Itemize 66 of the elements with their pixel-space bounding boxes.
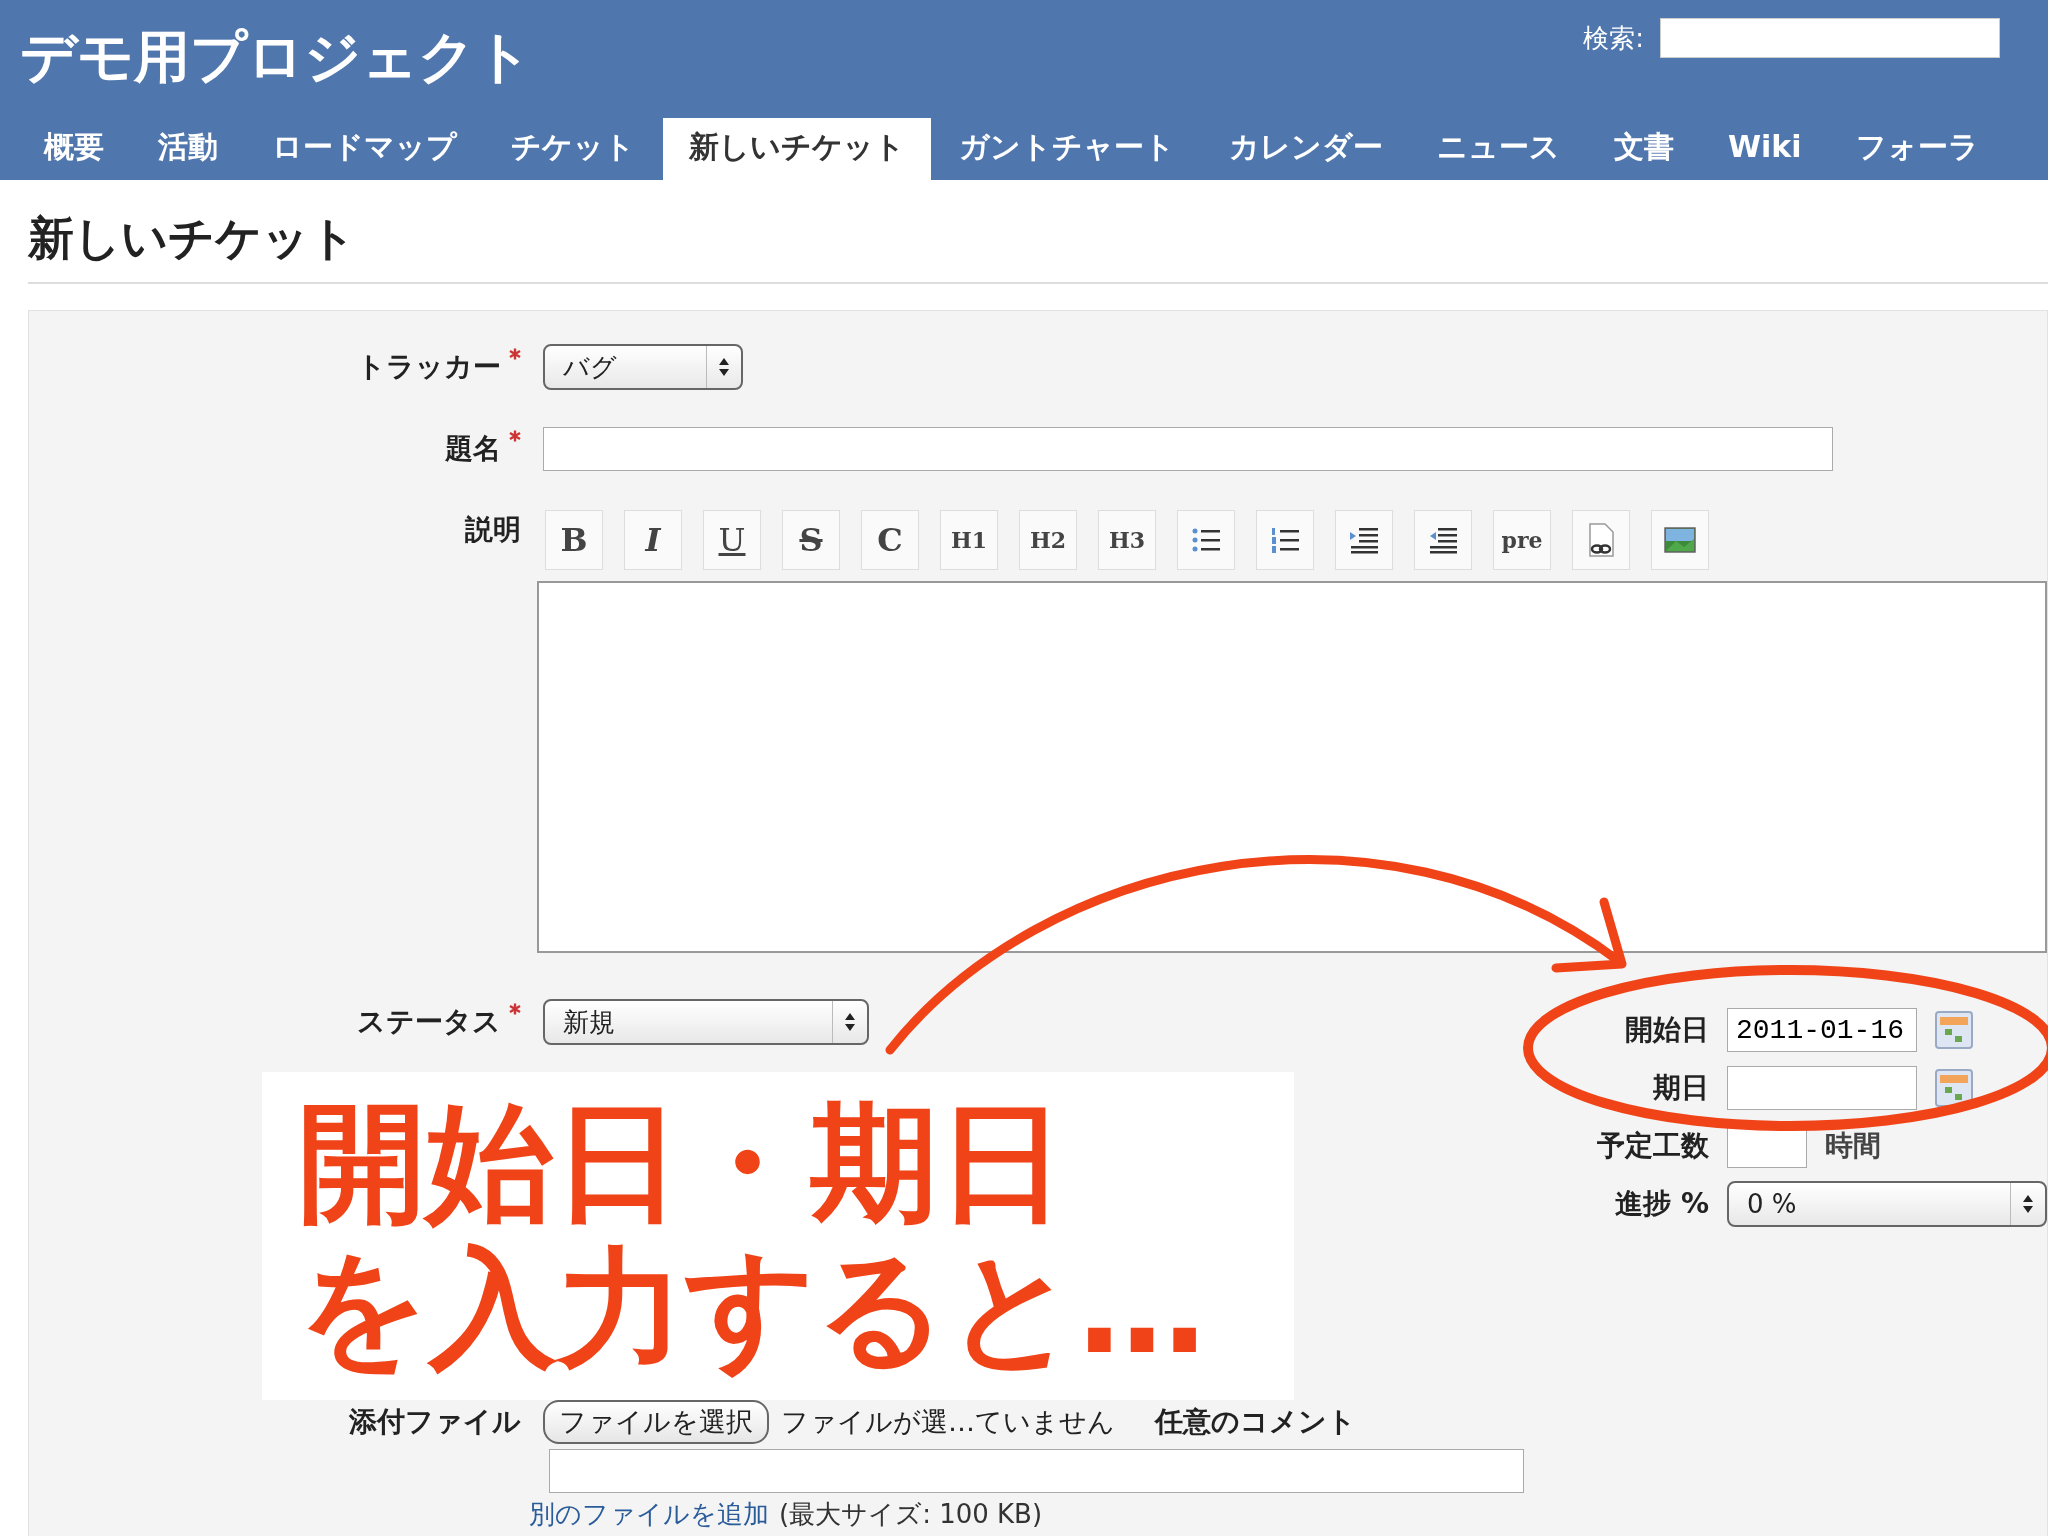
choose-file-button[interactable]: ファイルを選択 bbox=[543, 1400, 769, 1444]
nav-tab[interactable]: 概要 bbox=[18, 118, 130, 180]
numbered-list-button[interactable] bbox=[1256, 510, 1314, 570]
image-button[interactable] bbox=[1651, 510, 1709, 570]
bulleted-list-icon bbox=[1191, 526, 1221, 554]
field-label: 題名 bbox=[445, 432, 501, 465]
description-field[interactable] bbox=[537, 581, 2047, 953]
field-label: ステータス bbox=[357, 1005, 501, 1038]
unit-label: 時間 bbox=[1825, 1128, 1881, 1164]
size-note: (最大サイズ: 100 KB) bbox=[779, 1498, 1043, 1531]
page-title: 新しいチケット bbox=[28, 208, 2048, 284]
nav-tab[interactable]: カレンダー bbox=[1203, 118, 1409, 180]
calendar-icon bbox=[1935, 1011, 1973, 1049]
nav-tab[interactable]: ニュース bbox=[1411, 118, 1586, 180]
attachment-field[interactable] bbox=[549, 1449, 1524, 1493]
field-label: 予定工数 bbox=[1596, 1128, 1709, 1164]
caption-text: を入力すると… bbox=[298, 1235, 1206, 1380]
format-button[interactable]: H1 bbox=[940, 510, 998, 570]
indent-button[interactable] bbox=[1335, 510, 1393, 570]
nav-tab[interactable]: フォーラ bbox=[1829, 118, 2005, 180]
calendar-icon bbox=[1935, 1069, 1973, 1107]
field-label: 添付ファイル bbox=[348, 1404, 522, 1440]
field-label: 説明 bbox=[465, 513, 521, 546]
document-link-icon bbox=[1587, 523, 1615, 557]
nav-tab[interactable]: ガントチャート bbox=[933, 118, 1201, 180]
nav-tab[interactable]: 新しいチケット bbox=[663, 118, 931, 180]
nav-tab[interactable]: 文書 bbox=[1588, 118, 1700, 180]
search-field[interactable] bbox=[1660, 18, 2000, 58]
indent-icon bbox=[1349, 526, 1379, 554]
format-button[interactable]: pre bbox=[1493, 510, 1551, 570]
format-button[interactable]: H3 bbox=[1098, 510, 1156, 570]
caption-text: 開始日・期日 bbox=[298, 1090, 1066, 1235]
subject-field[interactable] bbox=[543, 427, 1833, 471]
attach-link-button[interactable] bbox=[1572, 510, 1630, 570]
format-button[interactable]: H2 bbox=[1019, 510, 1077, 570]
nav-tab[interactable]: チケット bbox=[485, 118, 661, 180]
image-icon bbox=[1664, 527, 1696, 553]
nav-tab[interactable]: 活動 bbox=[132, 118, 244, 180]
comment-label: 任意のコメント bbox=[1155, 1404, 1356, 1440]
code-button[interactable]: C bbox=[861, 510, 919, 570]
select-arrows-icon bbox=[843, 1011, 857, 1033]
italic-button[interactable]: I bbox=[624, 510, 682, 570]
file-status-text: ファイルが選…ていません bbox=[781, 1405, 1115, 1439]
add-file-link[interactable]: 別のファイルを追加 bbox=[529, 1497, 769, 1532]
due-date-field[interactable] bbox=[1727, 1066, 1917, 1110]
outdent-button[interactable] bbox=[1414, 510, 1472, 570]
bold-button[interactable]: B bbox=[545, 510, 603, 570]
start-date-field[interactable]: 2011-01-16 bbox=[1727, 1008, 1917, 1052]
outdent-icon bbox=[1428, 526, 1458, 554]
numbered-list-icon bbox=[1270, 526, 1300, 554]
select-field[interactable]: バグ bbox=[543, 344, 743, 390]
nav-tab[interactable]: ロードマップ bbox=[246, 118, 483, 180]
select-field[interactable]: 0 % bbox=[1727, 1181, 2047, 1227]
select-arrows-icon bbox=[717, 356, 731, 378]
field-label: 進捗 % bbox=[1614, 1186, 1709, 1222]
nav-tab[interactable]: Wiki bbox=[1702, 118, 1828, 180]
field-label: トラッカー bbox=[357, 350, 501, 383]
select-field[interactable]: 新規 bbox=[543, 999, 869, 1045]
strikethrough-button[interactable]: S bbox=[782, 510, 840, 570]
project-title: デモ用プロジェクト bbox=[19, 23, 532, 91]
select-arrows-icon bbox=[2021, 1193, 2035, 1215]
bulleted-list-button[interactable] bbox=[1177, 510, 1235, 570]
field-label: 開始日 bbox=[1624, 1012, 1709, 1048]
underline-button[interactable]: U bbox=[703, 510, 761, 570]
field-label: 期日 bbox=[1652, 1070, 1709, 1106]
search-label: 検索: bbox=[1583, 21, 1644, 55]
